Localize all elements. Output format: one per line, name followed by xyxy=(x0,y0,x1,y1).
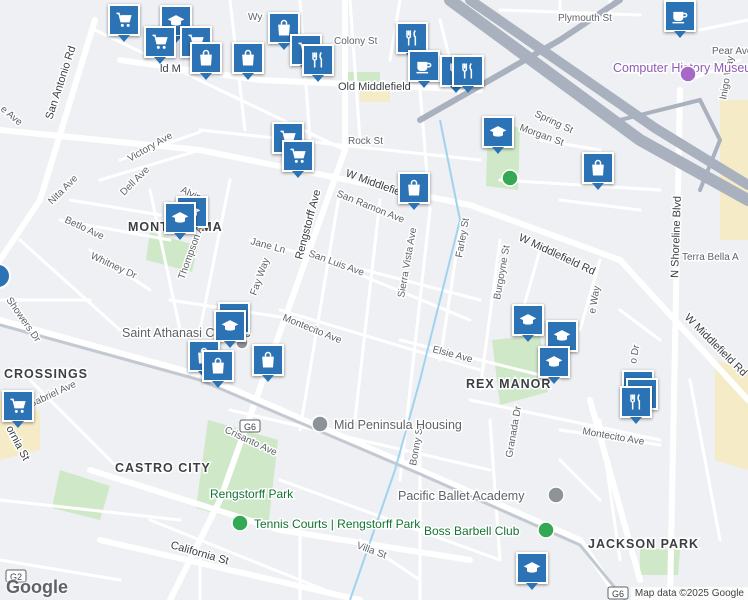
street-label-rock: Rock St xyxy=(348,136,383,147)
restaurant-icon[interactable] xyxy=(452,55,484,93)
shopping-bag-icon[interactable] xyxy=(398,172,430,210)
school-icon[interactable] xyxy=(512,304,544,342)
shopping-cart-icon[interactable] xyxy=(2,390,34,428)
place-tennis-courts[interactable]: Tennis Courts | Rengstorff Park xyxy=(231,514,423,533)
place-label-rengstorff-park: Rengstorff Park xyxy=(210,487,294,501)
school-icon[interactable] xyxy=(482,116,514,154)
shopping-cart-icon[interactable] xyxy=(144,26,176,64)
shopping-bag-icon[interactable] xyxy=(582,152,614,190)
area-label-castro-city: CASTRO CITY xyxy=(115,461,211,475)
street-label-wyandotte: Wy xyxy=(248,12,262,23)
school-icon[interactable] xyxy=(214,310,246,348)
svg-text:G6: G6 xyxy=(612,589,624,599)
restaurant-icon[interactable] xyxy=(620,386,652,424)
map-attribution: Map data ©2025 Google xyxy=(630,587,748,600)
shopping-cart-icon[interactable] xyxy=(282,140,314,178)
place-mid-peninsula-housing[interactable]: Mid Peninsula Housing xyxy=(311,415,463,434)
cafe-icon[interactable] xyxy=(408,50,440,88)
map-canvas[interactable]: MONTA LOMA CROSSINGS REX MANOR CASTRO CI… xyxy=(0,0,748,600)
school-icon[interactable] xyxy=(516,552,548,590)
place-label-mid-peninsula-housing: Mid Peninsula Housing xyxy=(334,418,462,432)
street-label-old-middlefield: Old Middlefield xyxy=(338,81,411,93)
place-rengstorff-park[interactable]: Rengstorff Park xyxy=(209,486,296,503)
shopping-bag-icon[interactable] xyxy=(190,42,222,80)
shopping-bag-icon[interactable] xyxy=(202,350,234,388)
shopping-bag-icon[interactable] xyxy=(252,344,284,382)
school-icon[interactable] xyxy=(164,202,196,240)
street-label-old-middlefield-left: ld M xyxy=(160,63,181,75)
place-label-tennis-courts: Tennis Courts | Rengstorff Park xyxy=(254,517,421,531)
park-marker-icon xyxy=(231,514,249,532)
shopping-cart-icon[interactable] xyxy=(108,4,140,42)
street-label-pear: Pear Ave xyxy=(712,46,748,57)
street-label-colony: Colony St xyxy=(334,36,378,47)
building-marker-icon xyxy=(311,415,329,433)
route-shield-g6-east: G6 xyxy=(607,586,629,600)
place-label-pacific-ballet-academy: Pacific Ballet Academy xyxy=(398,489,525,503)
museum-marker-icon xyxy=(679,65,697,83)
area-label-jackson-park: JACKSON PARK xyxy=(588,537,699,551)
park-marker-icon[interactable] xyxy=(501,169,519,187)
shopping-bag-icon[interactable] xyxy=(232,42,264,80)
street-label-plymouth: Plymouth St xyxy=(558,13,612,24)
route-shield-g6: G6 xyxy=(239,419,261,433)
area-label-rex-manor: REX MANOR xyxy=(466,377,551,391)
svg-text:G6: G6 xyxy=(244,422,256,432)
cafe-icon[interactable] xyxy=(664,0,696,38)
school-icon[interactable] xyxy=(538,346,570,384)
area-label-crossings: CROSSINGS xyxy=(4,367,88,381)
street-label-terra-bella: Terra Bella A xyxy=(682,252,739,263)
restaurant-icon[interactable] xyxy=(302,44,334,82)
google-logo: Google xyxy=(6,577,68,597)
place-label-boss-barbell-club: Boss Barbell Club xyxy=(424,524,520,538)
school-marker-icon xyxy=(547,486,565,504)
gym-marker-icon xyxy=(537,521,555,539)
